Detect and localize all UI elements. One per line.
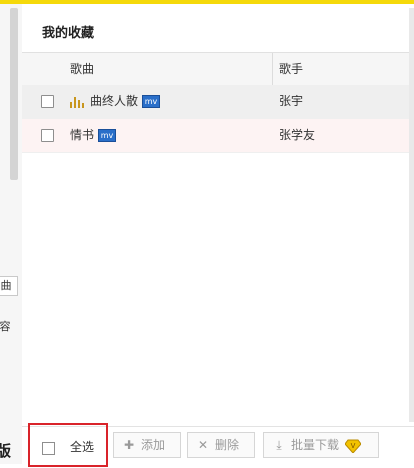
svg-text:V: V (351, 442, 356, 450)
left-scrollbar[interactable] (10, 8, 18, 180)
artist-cell[interactable]: 张宇 (279, 85, 303, 118)
side-tab-content[interactable]: 容 (0, 318, 16, 336)
song-title[interactable]: 情书 (70, 128, 94, 142)
table-header: 歌曲 歌手 (22, 52, 414, 86)
select-all-checkbox[interactable] (42, 442, 55, 455)
footer-toolbar: 全选 ✚ 添加 ✕ 删除 ⤓ 批量下载 V (22, 422, 414, 468)
row-checkbox[interactable] (41, 129, 54, 142)
vip-diamond-icon: V (345, 439, 362, 453)
row-checkbox[interactable] (41, 95, 54, 108)
song-title[interactable]: 曲终人散 (90, 94, 138, 108)
delete-label: 删除 (215, 438, 240, 452)
artist-cell[interactable]: 张学友 (279, 119, 315, 152)
batch-download-label: 批量下载 (291, 438, 340, 452)
favorites-panel: 我的收藏 歌曲 歌手 曲终人散 mv 张宇 情书 mv 张学友 全选 ✚ 添加 … (22, 4, 414, 468)
song-cell: 曲终人散 mv (70, 85, 161, 118)
add-button[interactable]: ✚ 添加 (113, 432, 181, 458)
delete-button[interactable]: ✕ 删除 (187, 432, 255, 458)
table-row[interactable]: 情书 mv 张学友 (22, 119, 414, 153)
right-scrollbar[interactable] (409, 8, 414, 464)
download-icon: ⤓ (276, 438, 282, 452)
mv-badge-icon[interactable]: mv (142, 95, 161, 108)
page-title: 我的收藏 (42, 26, 95, 41)
column-divider (272, 53, 273, 85)
add-label: 添加 (141, 438, 166, 452)
mv-badge-icon[interactable]: mv (98, 129, 117, 142)
song-cell: 情书 mv (70, 119, 117, 152)
column-header-song[interactable]: 歌曲 (70, 53, 94, 85)
equalizer-icon (70, 96, 84, 108)
side-edge-label: 版 (0, 442, 12, 460)
side-tab-song[interactable]: 曲 (0, 276, 18, 296)
left-panel: 曲 容 版 (0, 4, 23, 464)
x-icon: ✕ (197, 438, 209, 452)
select-all-label[interactable]: 全选 (70, 438, 94, 455)
batch-download-button[interactable]: ⤓ 批量下载 V (263, 432, 379, 458)
column-header-artist[interactable]: 歌手 (279, 53, 303, 85)
table-row[interactable]: 曲终人散 mv 张宇 (22, 85, 414, 119)
plus-icon: ✚ (123, 438, 135, 452)
select-all-highlight (28, 423, 108, 467)
